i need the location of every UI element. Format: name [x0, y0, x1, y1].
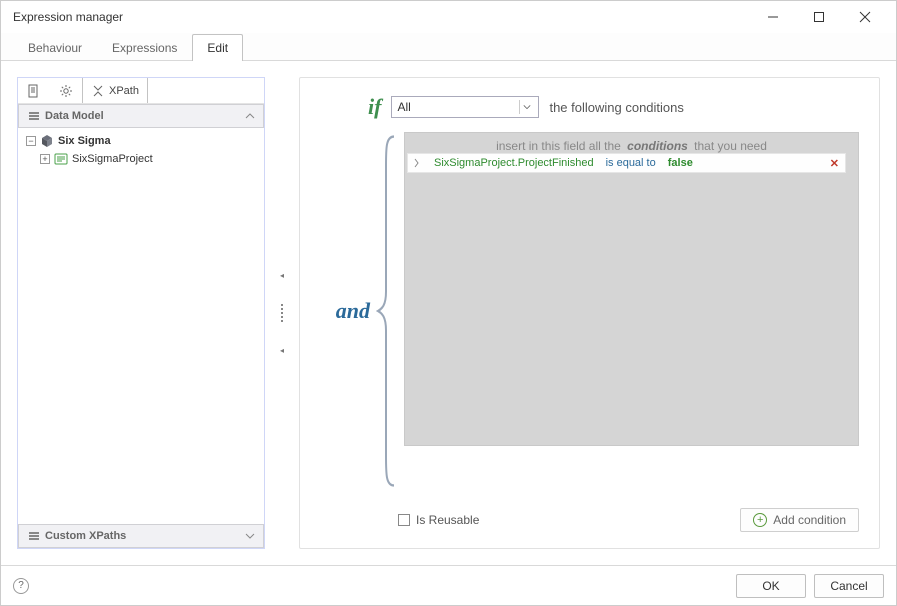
- chevron-up-icon: [245, 111, 255, 121]
- keyword-and: and: [336, 298, 370, 324]
- keyword-if: if: [368, 94, 381, 120]
- minimize-button[interactable]: [750, 2, 796, 32]
- tree-expander[interactable]: +: [40, 154, 50, 164]
- brace-icon: [376, 132, 398, 490]
- chevron-down-icon: [519, 100, 533, 114]
- toolbar-xpath-button[interactable]: XPath: [82, 78, 148, 103]
- titlebar: Expression manager: [1, 1, 896, 33]
- close-button[interactable]: [842, 2, 888, 32]
- toolbar-settings-button[interactable]: [50, 78, 82, 103]
- condition-value: false: [668, 157, 693, 169]
- window-buttons: [750, 2, 888, 32]
- left-toolbar: XPath: [18, 78, 264, 104]
- section-data-model[interactable]: Data Model: [18, 104, 264, 128]
- hint-pre: insert in this field all the: [496, 139, 621, 153]
- condition-operator: is equal to: [606, 157, 656, 169]
- cancel-button[interactable]: Cancel: [814, 574, 884, 598]
- conditions-area[interactable]: insert in this field all the conditions …: [404, 132, 859, 446]
- hint-post: that you need: [694, 139, 767, 153]
- splitter-arrow-left[interactable]: ◂: [280, 346, 284, 355]
- tab-expressions[interactable]: Expressions: [97, 34, 192, 61]
- toolbar-doc-button[interactable]: [18, 78, 50, 103]
- editor-panel: if All the following conditions and: [299, 77, 880, 549]
- following-text: the following conditions: [549, 100, 683, 115]
- condition-row[interactable]: SixSigmaProject.ProjectFinished is equal…: [407, 153, 846, 173]
- reusable-checkbox[interactable]: Is Reusable: [398, 513, 479, 527]
- condition-expression: SixSigmaProject.ProjectFinished: [434, 157, 594, 169]
- and-col: and: [320, 132, 370, 490]
- help-button[interactable]: ?: [13, 578, 29, 594]
- content: XPath Data Model − Six Sigma: [1, 61, 896, 565]
- editor-bottom: Is Reusable + Add condition: [398, 508, 859, 532]
- splitter-handle[interactable]: [279, 304, 285, 322]
- hint-mid: conditions: [627, 139, 688, 153]
- form-icon: [54, 152, 68, 166]
- gear-icon: [59, 84, 73, 98]
- left-panel: XPath Data Model − Six Sigma: [17, 77, 265, 549]
- chevron-down-icon: [245, 531, 255, 541]
- section-custom-xpaths[interactable]: Custom XPaths: [18, 524, 264, 548]
- condition-delete[interactable]: ✕: [830, 157, 839, 170]
- tree-node-root[interactable]: − Six Sigma: [18, 132, 264, 150]
- minimize-icon: [767, 11, 779, 23]
- splitter[interactable]: ◂ ◂: [275, 77, 289, 549]
- stack-icon: [27, 529, 41, 543]
- cube-icon: [40, 134, 54, 148]
- tree-node-child[interactable]: + SixSigmaProject: [18, 150, 264, 168]
- xpath-icon: [91, 84, 105, 98]
- ok-button[interactable]: OK: [736, 574, 806, 598]
- custom-xpaths-label: Custom XPaths: [45, 530, 245, 542]
- window-title: Expression manager: [9, 10, 750, 24]
- add-condition-label: Add condition: [773, 513, 846, 527]
- reusable-label: Is Reusable: [416, 513, 479, 527]
- tree-expander[interactable]: −: [26, 136, 36, 146]
- data-model-label: Data Model: [45, 110, 245, 122]
- data-model-tree: − Six Sigma + SixSigmaProject: [18, 128, 264, 524]
- add-condition-button[interactable]: + Add condition: [740, 508, 859, 532]
- close-icon: [859, 11, 871, 23]
- tab-edit[interactable]: Edit: [192, 34, 243, 61]
- grip-icon[interactable]: [414, 158, 422, 168]
- tree-root-label: Six Sigma: [58, 135, 111, 147]
- tab-behaviour[interactable]: Behaviour: [13, 34, 97, 61]
- document-icon: [27, 84, 41, 98]
- checkbox-box: [398, 514, 410, 526]
- brace: [376, 132, 398, 490]
- plus-icon: +: [753, 513, 767, 527]
- window: Expression manager Behaviour Expressions…: [0, 0, 897, 606]
- if-row: if All the following conditions: [368, 94, 859, 120]
- maximize-button[interactable]: [796, 2, 842, 32]
- footer: ? OK Cancel: [1, 565, 896, 605]
- scope-value: All: [397, 100, 410, 114]
- scope-select[interactable]: All: [391, 96, 539, 118]
- tabbar: Behaviour Expressions Edit: [1, 33, 896, 61]
- and-block: and insert in this field all the conditi…: [320, 132, 859, 490]
- hint: insert in this field all the conditions …: [405, 133, 858, 153]
- splitter-arrow-left[interactable]: ◂: [280, 271, 284, 280]
- xpath-label: XPath: [109, 85, 139, 97]
- stack-icon: [27, 109, 41, 123]
- tree-child-label: SixSigmaProject: [72, 153, 153, 165]
- maximize-icon: [813, 11, 825, 23]
